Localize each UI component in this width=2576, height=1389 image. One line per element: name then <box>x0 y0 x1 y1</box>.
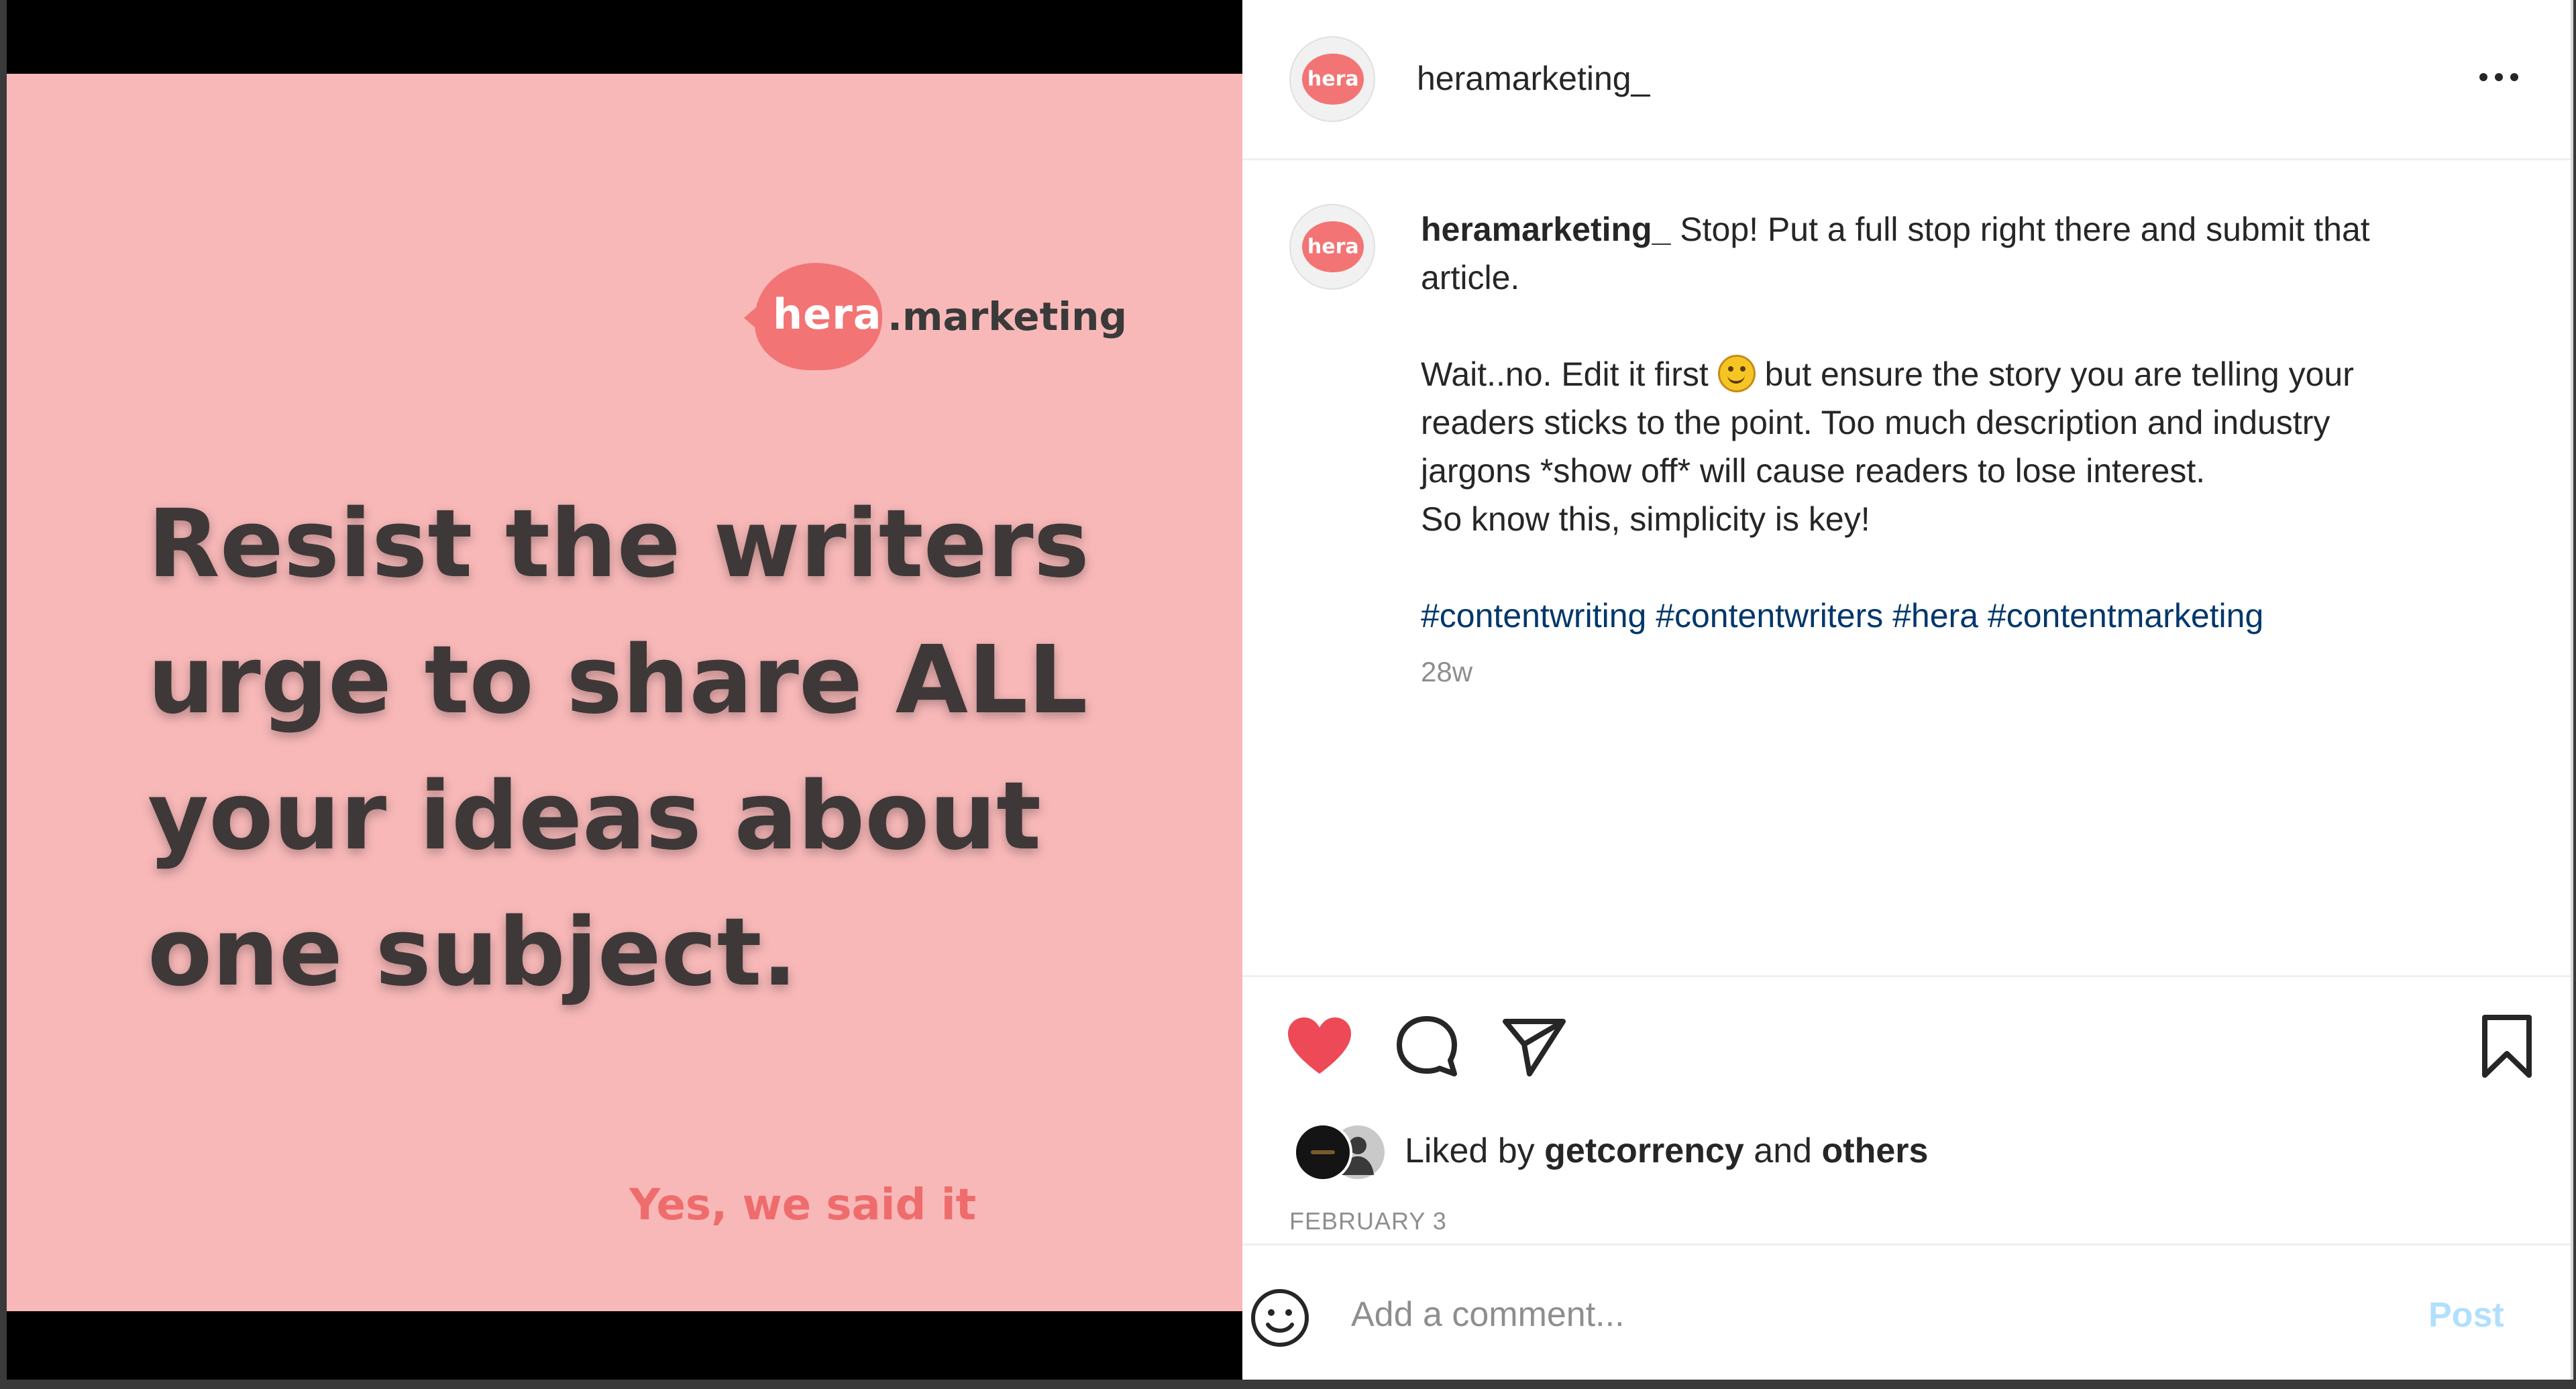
comment-button[interactable] <box>1390 1009 1464 1083</box>
caption-line: jargons *show off* will cause readers to… <box>1421 452 2206 490</box>
liker-avatar-getcorrency[interactable] <box>1293 1123 1352 1182</box>
slide-tagline: Yes, we said it <box>629 1180 977 1230</box>
headline-line: your ideas about <box>148 762 1042 871</box>
caption-username[interactable]: heramarketing_ <box>1421 211 1670 248</box>
post-comment-button[interactable]: Post <box>2428 1295 2504 1335</box>
emoji-picker-button[interactable] <box>1246 1284 1313 1351</box>
post-caption: heramarketing_ Stop! Put a full stop rig… <box>1421 205 2534 640</box>
logo-mark-icon <box>1311 1150 1335 1154</box>
headline-line: one subject. <box>148 898 798 1007</box>
bookmark-icon <box>2482 1015 2532 1078</box>
headline-line: urge to share ALL <box>148 626 1088 735</box>
comment-input[interactable] <box>1350 1287 2345 1342</box>
avatar-logo-shape: hera <box>1302 221 1364 273</box>
headline-line: Resist the writers <box>148 490 1089 599</box>
brand-suffix: .marketing <box>888 294 1127 339</box>
heart-filled-icon <box>1288 1017 1351 1074</box>
liked-by-user[interactable]: getcorrency <box>1544 1131 1744 1170</box>
caption-line: article. <box>1421 259 1520 296</box>
paper-plane-icon <box>1503 1019 1566 1076</box>
slide-headline: Resist the writers urge to share ALL you… <box>148 476 1181 1021</box>
smiley-icon <box>1251 1289 1309 1347</box>
caption-text: Stop! Put a full stop right there and su… <box>1670 211 2370 248</box>
brand-name: hera <box>773 290 882 339</box>
comment-icon <box>1397 1016 1457 1076</box>
liked-by-row: Liked by getcorrency and others <box>1293 1123 2300 1183</box>
caption-text: Wait..no. Edit it first <box>1421 355 1718 393</box>
post-image-slide: hera .marketing Resist the writers urge … <box>7 74 1242 1311</box>
caption-line: Wait..no. Edit it first but ensure the s… <box>1421 350 2534 398</box>
post-time-ago[interactable]: 28w <box>1421 656 1472 688</box>
caption-line: heramarketing_ Stop! Put a full stop rig… <box>1421 205 2534 254</box>
caption-hashtags[interactable]: #contentwriting #contentwriters #hera #c… <box>1421 592 2534 640</box>
caption-line: readers sticks to the point. Too much de… <box>1421 404 2330 441</box>
caption-author-avatar[interactable]: hera <box>1289 204 1375 290</box>
comment-bar: Post <box>1242 1244 2571 1378</box>
liked-by-prefix: Liked by <box>1405 1131 1545 1170</box>
actions-divider <box>1242 975 2571 977</box>
liked-by-middle: and <box>1743 1131 1822 1170</box>
post-media[interactable]: hera .marketing Resist the writers urge … <box>7 0 1242 1380</box>
post-panel: hera heramarketing_ hera heramarketing_ … <box>1242 0 2573 1380</box>
share-button[interactable] <box>1497 1009 1571 1083</box>
post-date[interactable]: FEBRUARY 3 <box>1289 1207 1447 1235</box>
avatar-logo-text: hera <box>1307 235 1359 259</box>
save-button[interactable] <box>2470 1009 2544 1083</box>
avatar-logo-shape: hera <box>1302 53 1364 105</box>
avatar-logo-text: hera <box>1307 67 1359 91</box>
liked-by-text: Liked by getcorrency and others <box>1405 1131 1928 1171</box>
liked-by-others[interactable]: others <box>1821 1131 1928 1170</box>
author-avatar[interactable]: hera <box>1289 36 1375 122</box>
caption-line: So know this, simplicity is key! <box>1421 500 1870 538</box>
like-button[interactable] <box>1283 1009 1356 1083</box>
more-options-button[interactable] <box>2475 60 2522 94</box>
author-username[interactable]: heramarketing_ <box>1417 59 1650 98</box>
header-divider <box>1242 158 2571 160</box>
smiling-face-emoji-icon <box>1717 355 1756 392</box>
caption-text: but ensure the story you are telling you… <box>1755 355 2354 393</box>
more-horizontal-icon <box>2479 73 2518 81</box>
